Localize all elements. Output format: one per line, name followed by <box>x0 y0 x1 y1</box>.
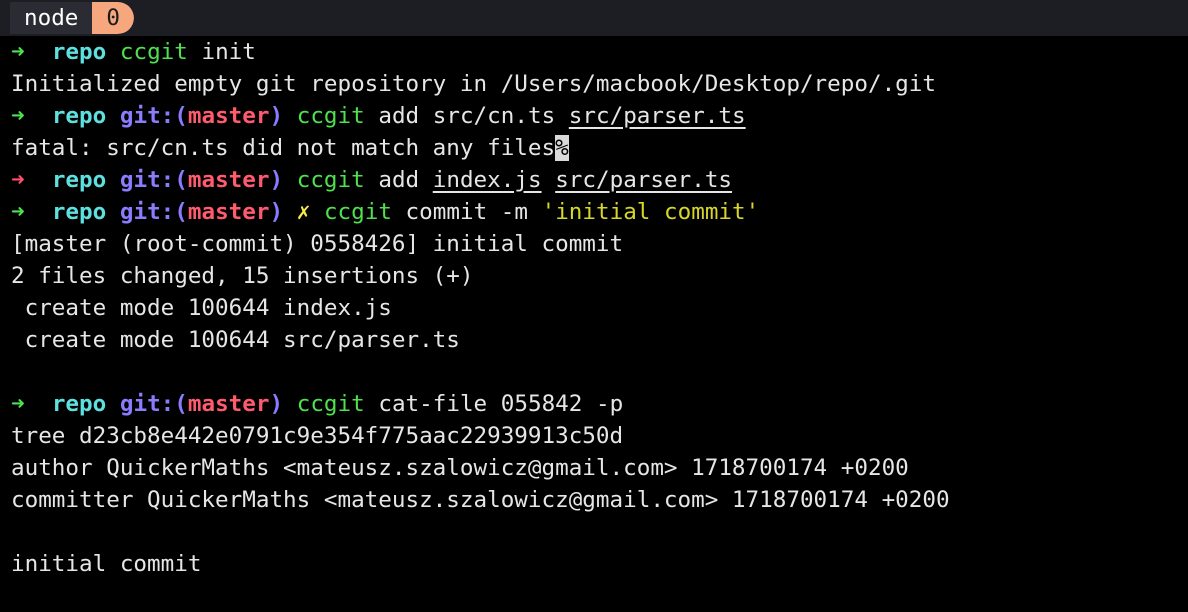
command-name: ccgit <box>296 167 365 193</box>
dirty-marker-icon: ✗ <box>296 199 311 225</box>
partial-line-marker: % <box>555 135 569 161</box>
git-branch: master <box>187 199 270 225</box>
prompt-arrow-error-icon: ➜ <box>11 167 25 193</box>
prompt-line: ➜ repo ccgit init <box>11 36 1188 68</box>
command-args: cat-file 055842 -p <box>364 391 624 417</box>
git-label: git:( <box>119 167 188 193</box>
command-args: add <box>364 167 433 193</box>
window-tab-name: node <box>10 2 93 34</box>
command-path-arg: src/parser.ts <box>568 103 746 129</box>
git-branch: master <box>187 391 270 417</box>
prompt-directory: repo <box>51 39 107 65</box>
command-name: ccgit <box>323 199 392 225</box>
command-args: commit -m <box>391 199 542 225</box>
prompt-line: ➜ repo git:(master) ccgit add src/cn.ts … <box>11 100 1188 132</box>
error-output-line: fatal: src/cn.ts did not match any files… <box>11 132 1188 164</box>
prompt-line: ➜ repo git:(master) ccgit cat-file 05584… <box>11 388 1188 420</box>
output-line: initial commit <box>11 551 202 577</box>
output-line: tree d23cb8e442e0791c9e354f775aac2293991… <box>11 423 624 449</box>
prompt-directory: repo <box>51 103 107 129</box>
error-message: fatal: src/cn.ts did not match any files <box>11 135 556 161</box>
arg-separator <box>542 167 556 193</box>
command-args: add src/cn.ts <box>364 103 569 129</box>
git-label: git:( <box>119 103 188 129</box>
output-line: create mode 100644 index.js <box>11 295 392 321</box>
command-path-arg: src/parser.ts <box>555 167 733 193</box>
git-label-close: ) <box>269 199 284 225</box>
command-name: ccgit <box>296 103 365 129</box>
git-label-close: ) <box>269 391 284 417</box>
output-line: create mode 100644 src/parser.ts <box>11 327 460 353</box>
prompt-directory: repo <box>51 167 107 193</box>
command-name: ccgit <box>296 391 365 417</box>
prompt-arrow-icon: ➜ <box>11 199 25 225</box>
prompt-directory: repo <box>51 199 107 225</box>
window-tab[interactable]: node 0 <box>10 2 135 34</box>
tmux-status-bar: node 0 <box>0 0 1188 36</box>
output-line: author QuickerMaths <mateusz.szalowicz@g… <box>11 455 909 481</box>
output-line: 2 files changed, 15 insertions (+) <box>11 263 474 289</box>
prompt-arrow-icon: ➜ <box>11 103 25 129</box>
window-tab-index: 0 <box>92 2 135 34</box>
git-label-close: ) <box>269 103 284 129</box>
git-branch: master <box>187 103 270 129</box>
command-string-arg: 'initial commit' <box>541 199 760 225</box>
terminal-output[interactable]: ➜ repo ccgit init Initialized empty git … <box>0 36 1188 580</box>
prompt-line: ➜ repo git:(master) ccgit add index.js s… <box>11 164 1188 196</box>
git-label: git:( <box>119 391 188 417</box>
output-line: committer QuickerMaths <mateusz.szalowic… <box>11 487 950 513</box>
command-args: init <box>187 39 256 65</box>
prompt-directory: repo <box>51 391 107 417</box>
prompt-arrow-icon: ➜ <box>11 391 25 417</box>
git-label-close: ) <box>269 167 284 193</box>
output-line: Initialized empty git repository in /Use… <box>11 71 936 97</box>
command-name: ccgit <box>119 39 188 65</box>
output-line: [master (root-commit) 0558426] initial c… <box>11 231 624 257</box>
git-branch: master <box>187 167 270 193</box>
command-path-arg: index.js <box>432 167 542 193</box>
prompt-arrow-icon: ➜ <box>11 39 25 65</box>
prompt-line: ➜ repo git:(master) ✗ ccgit commit -m 'i… <box>11 196 1188 228</box>
git-label: git:( <box>119 199 188 225</box>
